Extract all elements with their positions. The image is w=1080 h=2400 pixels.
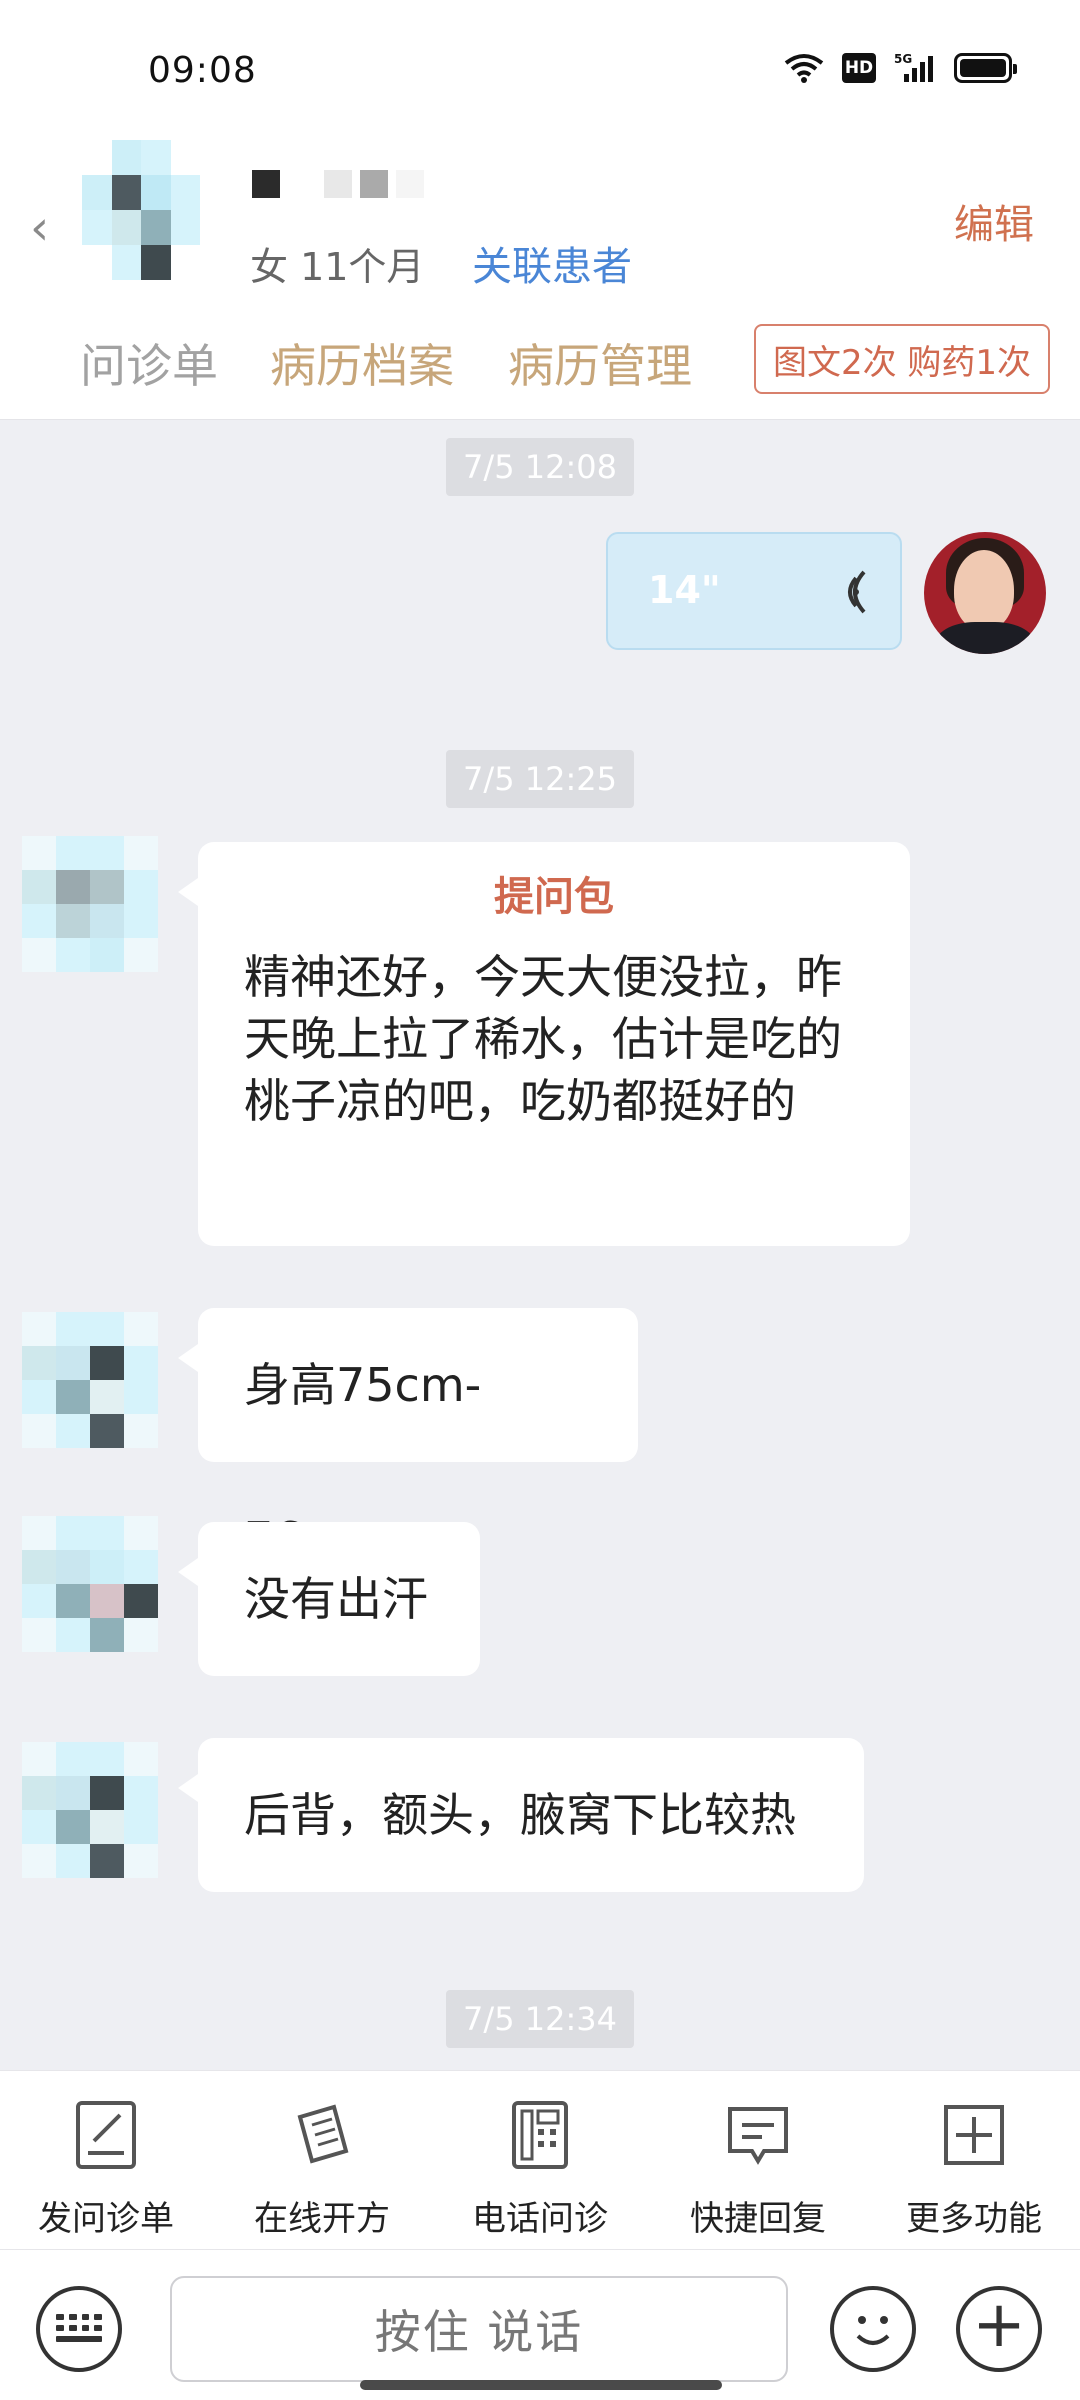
send-consultation-form-button[interactable]: 发问诊单 bbox=[6, 2099, 206, 2240]
chat-message[interactable]: 身高75cm-76cm bbox=[178, 1308, 638, 1566]
toolbar-label: 发问诊单 bbox=[38, 2199, 174, 2239]
svg-text:5G: 5G bbox=[894, 52, 912, 66]
more-functions-button[interactable]: 更多功能 bbox=[874, 2099, 1074, 2240]
online-prescription-button[interactable]: 在线开方 bbox=[222, 2099, 422, 2240]
plus-square-icon bbox=[944, 2105, 1004, 2165]
voice-duration: 14" bbox=[648, 568, 721, 612]
wifi-icon bbox=[784, 54, 824, 83]
chat-message[interactable]: 后背，额头，腋窝下比较热 bbox=[178, 1738, 864, 1892]
timestamp: 7/5 12:34 bbox=[446, 1990, 634, 2048]
patient-avatar[interactable] bbox=[22, 1312, 158, 1448]
patient-avatar[interactable] bbox=[82, 140, 200, 280]
chat-message[interactable]: 没有出汗 bbox=[178, 1522, 480, 1676]
status-icons: HD 5G bbox=[784, 52, 1017, 84]
home-indicator[interactable] bbox=[360, 2380, 722, 2390]
battery-icon bbox=[954, 53, 1017, 83]
quick-reply-icon bbox=[728, 2107, 788, 2165]
edit-button[interactable]: 编辑 bbox=[954, 192, 1034, 250]
toolbar-label: 电话问诊 bbox=[472, 2199, 608, 2239]
timestamp: 7/5 12:25 bbox=[446, 750, 634, 808]
prescription-icon bbox=[297, 2104, 349, 2164]
timestamp: 7/5 12:08 bbox=[446, 438, 634, 496]
patient-avatar[interactable] bbox=[22, 1742, 158, 1878]
question-package-card[interactable]: 提问包 精神还好，今天大便没拉，昨天晚上拉了稀水，估计是吃的桃子凉的吧，吃奶都挺… bbox=[178, 842, 910, 1246]
voice-message-bubble[interactable]: 14" bbox=[606, 532, 902, 650]
phone-consultation-button[interactable]: 电话问诊 bbox=[440, 2099, 640, 2240]
hold-to-talk-button[interactable]: 按住 说话 bbox=[170, 2276, 788, 2382]
signal-5g-icon: 5G bbox=[894, 52, 933, 82]
keyboard-toggle-icon[interactable] bbox=[36, 2286, 122, 2372]
form-edit-icon bbox=[76, 2101, 136, 2169]
tab-records-management[interactable]: 病历管理 bbox=[508, 330, 692, 396]
service-count-badge[interactable]: 图文2次 购药1次 bbox=[754, 324, 1050, 394]
voice-wave-icon bbox=[848, 570, 866, 614]
input-bar: 按住 说话 + bbox=[0, 2250, 1080, 2400]
tab-consultation-form[interactable]: 问诊单 bbox=[80, 330, 218, 396]
patient-avatar[interactable] bbox=[22, 1516, 158, 1652]
link-patient-link[interactable]: 关联患者 bbox=[472, 234, 632, 292]
phone-icon bbox=[512, 2101, 568, 2169]
quick-reply-button[interactable]: 快捷回复 bbox=[658, 2099, 858, 2240]
patient-info: 女 11个月 bbox=[250, 245, 425, 289]
doctor-avatar[interactable] bbox=[924, 532, 1046, 654]
action-toolbar: 发问诊单 在线开方 电话问诊 快捷回复 更多功能 bbox=[0, 2070, 1080, 2250]
tab-medical-records[interactable]: 病历档案 bbox=[270, 330, 454, 396]
question-card-title: 提问包 bbox=[494, 874, 614, 920]
hd-icon: HD bbox=[842, 53, 876, 83]
question-card-body: 精神还好，今天大便没拉，昨天晚上拉了稀水，估计是吃的桃子凉的吧，吃奶都挺好的 bbox=[244, 950, 842, 1128]
toolbar-label: 更多功能 bbox=[906, 2199, 1042, 2239]
patient-name-redacted bbox=[252, 170, 424, 198]
toolbar-label: 在线开方 bbox=[254, 2199, 390, 2239]
chat-header: ‹ 女 11个月 关联患者 编辑 问诊单 病历档案 病历管理 图文2次 购药1次 bbox=[0, 140, 1080, 420]
toolbar-label: 快捷回复 bbox=[690, 2199, 826, 2239]
patient-avatar[interactable] bbox=[22, 836, 158, 972]
clock: 09:08 bbox=[148, 50, 257, 91]
add-attachment-icon[interactable]: + bbox=[956, 2286, 1042, 2372]
emoji-icon[interactable] bbox=[830, 2286, 916, 2372]
back-arrow-icon[interactable]: ‹ bbox=[30, 200, 49, 256]
status-bar: 09:08 HD 5G bbox=[0, 0, 1080, 140]
